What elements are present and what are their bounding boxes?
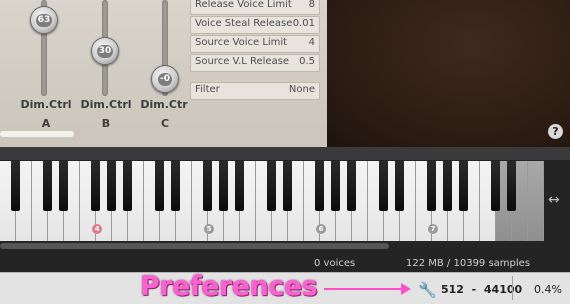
param-value: 0.01: [292, 18, 315, 29]
black-key[interactable]: [395, 161, 404, 211]
filter-label: Filter: [195, 84, 220, 95]
black-key[interactable]: [219, 161, 228, 211]
param-label: Release Voice Limit: [195, 0, 292, 10]
filter-value: None: [288, 84, 315, 95]
background-image-area: [327, 0, 570, 147]
annotation-arrow-line: [324, 288, 404, 290]
black-key[interactable]: [91, 161, 100, 211]
black-key[interactable]: [443, 161, 452, 211]
keyboard-scrollbar[interactable]: [0, 243, 389, 249]
black-key[interactable]: [491, 161, 500, 211]
param-label: Source Voice Limit: [195, 37, 288, 48]
sample-rate: 44100: [483, 283, 523, 296]
black-key[interactable]: [427, 161, 436, 211]
octave-marker-6: 6: [316, 224, 326, 234]
help-icon[interactable]: ?: [548, 124, 563, 139]
resize-arrows-icon[interactable]: ↔: [548, 192, 560, 208]
buffer-size: 512: [441, 283, 464, 296]
slider-b-letter: B: [101, 117, 111, 130]
param-value: 8: [308, 0, 315, 10]
slider-b-knob[interactable]: 30: [91, 37, 119, 65]
black-key[interactable]: [315, 161, 324, 211]
piano-keyboard[interactable]: [0, 161, 544, 241]
panel-scrollbar[interactable]: [0, 131, 74, 137]
black-key[interactable]: [59, 161, 68, 211]
black-key[interactable]: [235, 161, 244, 211]
black-key[interactable]: [507, 161, 516, 211]
black-key[interactable]: [283, 161, 292, 211]
audio-settings[interactable]: 512 - 44100: [441, 283, 522, 296]
black-key[interactable]: [107, 161, 116, 211]
param-value: 0.5: [299, 56, 315, 67]
slider-a-letter: A: [41, 117, 51, 130]
black-key[interactable]: [171, 161, 180, 211]
param-release-voice-limit[interactable]: Release Voice Limit 8: [190, 0, 320, 15]
black-key[interactable]: [459, 161, 468, 211]
slider-c-letter: C: [160, 117, 170, 130]
black-key[interactable]: [267, 161, 276, 211]
wrench-icon[interactable]: 🔧: [418, 281, 437, 299]
black-key[interactable]: [123, 161, 132, 211]
filter-select[interactable]: Filter None: [190, 82, 320, 100]
voice-count: 0 voices: [314, 258, 356, 269]
black-key[interactable]: [203, 161, 212, 211]
black-key[interactable]: [379, 161, 388, 211]
param-label: Voice Steal Release: [195, 18, 293, 29]
param-label: Source V.L Release: [195, 56, 290, 67]
black-key[interactable]: [331, 161, 340, 211]
keyboard-top-strip: [0, 147, 570, 160]
buffer-separator: -: [471, 283, 477, 296]
black-key[interactable]: [43, 161, 52, 211]
slider-b-label: Dim.Ctrl: [80, 98, 132, 111]
black-key[interactable]: [155, 161, 164, 211]
octave-marker-5: 5: [204, 224, 214, 234]
param-voice-steal-release[interactable]: Voice Steal Release 0.01: [190, 16, 320, 34]
white-key[interactable]: [528, 161, 544, 241]
annotation-arrow-icon: [401, 283, 411, 295]
slider-a-label: Dim.Ctrl: [20, 98, 72, 111]
octave-marker-4: 4: [92, 224, 102, 234]
preferences-annotation: Preferences: [140, 271, 318, 302]
cpu-usage: 0.4%: [534, 283, 562, 296]
param-value: 4: [308, 37, 315, 48]
black-key[interactable]: [347, 161, 356, 211]
octave-marker-7: 7: [428, 224, 438, 234]
status-divider: [512, 276, 513, 300]
black-key[interactable]: [11, 161, 20, 211]
param-source-vl-release[interactable]: Source V.L Release 0.5: [190, 54, 320, 72]
param-source-voice-limit[interactable]: Source Voice Limit 4: [190, 35, 320, 53]
slider-c-label: Dim.Ctr: [140, 98, 188, 111]
slider-a-knob[interactable]: 63: [30, 6, 58, 34]
memory-usage: 122 MB / 10399 samples: [406, 258, 531, 269]
slider-c-knob[interactable]: -0: [151, 65, 179, 93]
